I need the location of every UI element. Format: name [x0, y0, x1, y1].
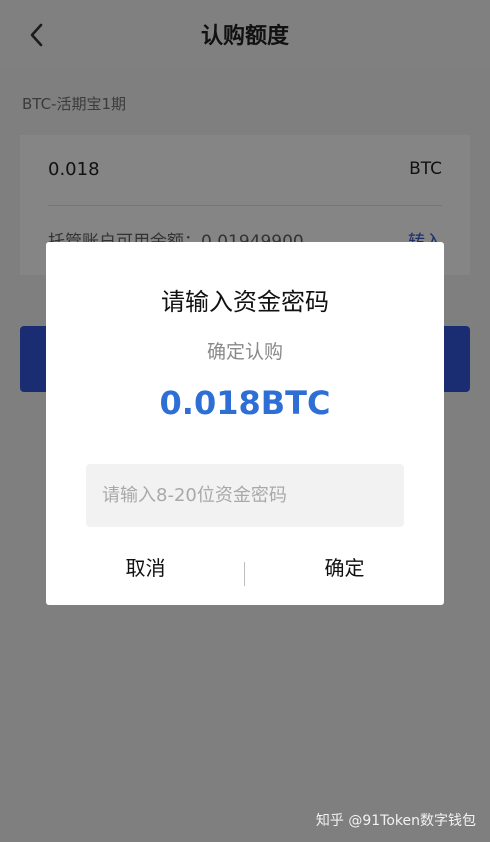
confirm-button[interactable]: 确定 — [245, 552, 444, 581]
divider — [48, 205, 442, 206]
product-name: BTC-活期宝1期 — [22, 95, 127, 113]
watermark: 知乎 @91Token数字钱包 — [315, 813, 476, 829]
app-header: 认购额度 — [0, 0, 490, 66]
cancel-button[interactable]: 取消 — [46, 552, 245, 581]
password-input[interactable] — [86, 464, 404, 527]
dialog-amount: 0.018BTC — [159, 384, 331, 422]
password-dialog: 请输入资金密码 确定认购 0.018BTC 取消 确定 — [46, 242, 444, 605]
dialog-subtitle: 确定认购 — [206, 341, 283, 363]
page-title: 认购额度 — [200, 24, 289, 49]
dialog-title: 请输入资金密码 — [161, 288, 329, 316]
currency-unit: BTC — [409, 159, 442, 179]
amount-field[interactable]: 0.018 — [48, 159, 100, 180]
